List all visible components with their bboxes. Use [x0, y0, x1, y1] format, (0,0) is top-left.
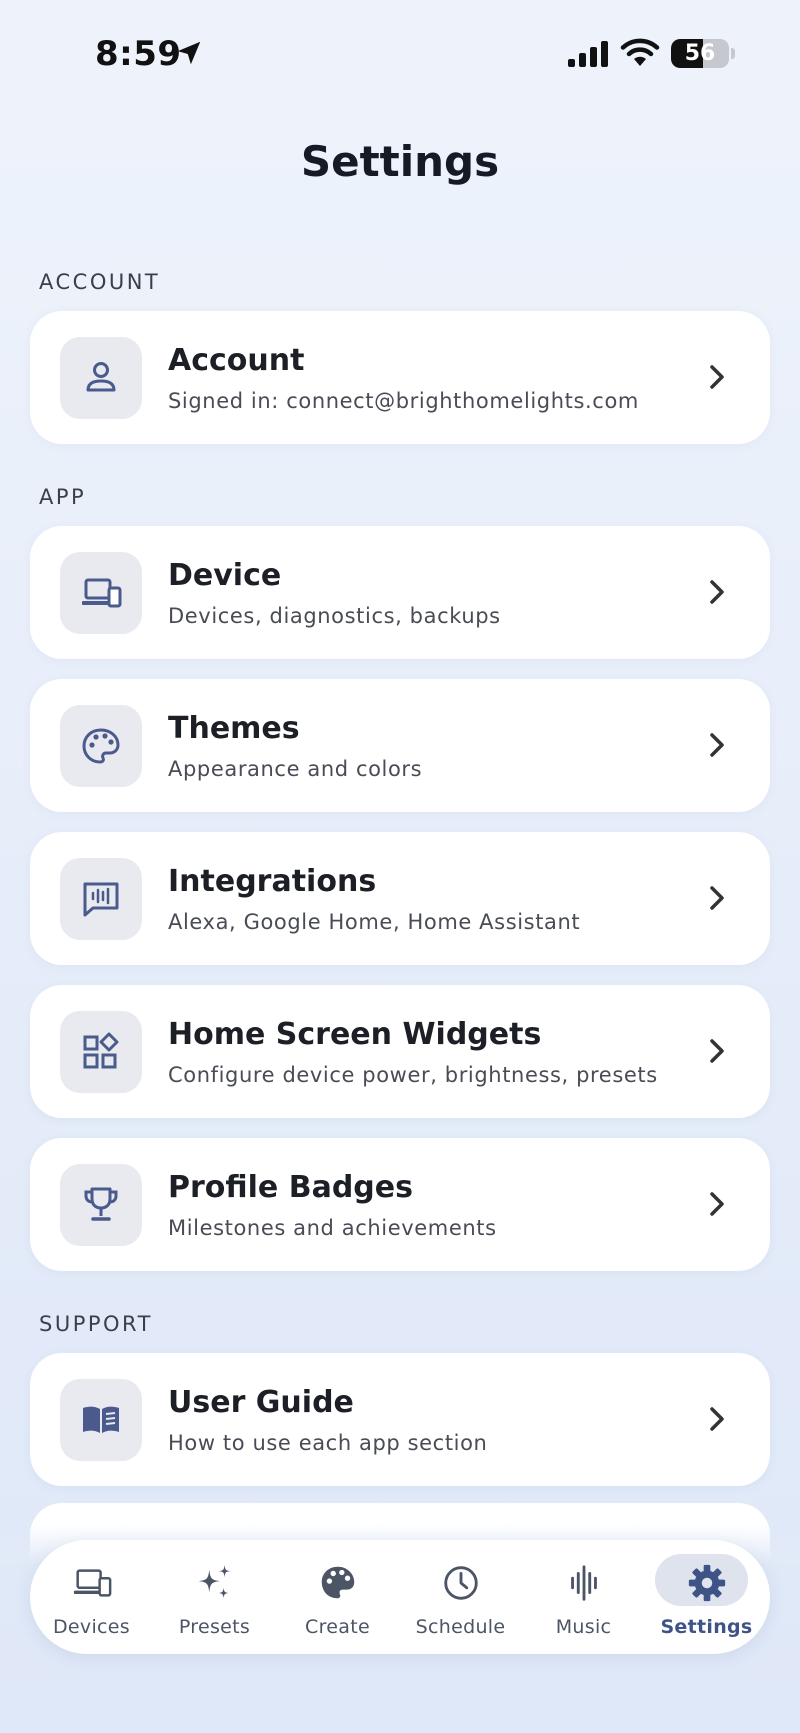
waveform-icon	[570, 1565, 597, 1601]
devices-icon	[73, 1569, 111, 1597]
chevron-right-icon	[710, 1039, 724, 1063]
voice-chat-icon	[83, 882, 119, 917]
status-bar: 8:59 56	[0, 0, 800, 100]
sparkles-icon	[198, 1564, 230, 1599]
icon-container	[60, 705, 142, 787]
battery-tip	[731, 48, 735, 59]
settings-item-account[interactable]: Account Signed in: connect@brighthomelig…	[30, 311, 770, 444]
section-label-account: ACCOUNT	[39, 270, 161, 294]
icon-container	[60, 1379, 142, 1461]
palette-icon	[82, 728, 120, 764]
tab-settings[interactable]: Settings	[645, 1540, 768, 1654]
person-icon	[86, 362, 116, 392]
tab-devices[interactable]: Devices	[30, 1540, 153, 1654]
settings-item-integrations[interactable]: Integrations Alexa, Google Home, Home As…	[30, 832, 770, 965]
devices-icon	[82, 578, 122, 608]
chevron-right-icon	[710, 886, 724, 910]
item-title: User Guide	[168, 1385, 354, 1420]
status-time: 8:59	[95, 34, 182, 74]
item-title: Device	[168, 558, 282, 593]
tab-label: Schedule	[415, 1616, 506, 1638]
trophy-icon	[84, 1187, 118, 1221]
tab-create[interactable]: Create	[276, 1540, 399, 1654]
icon-container	[60, 337, 142, 419]
item-title: Home Screen Widgets	[168, 1017, 542, 1052]
item-title: Integrations	[168, 864, 377, 899]
chevron-right-icon	[710, 1407, 724, 1431]
battery-indicator: 56	[671, 39, 729, 68]
item-title: Themes	[168, 711, 300, 746]
tab-label: Presets	[178, 1616, 251, 1638]
battery-percent: 56	[684, 41, 716, 66]
icon-container	[60, 858, 142, 940]
gear-icon	[688, 1564, 725, 1602]
icon-container	[60, 1164, 142, 1246]
item-subtitle: Alexa, Google Home, Home Assistant	[168, 910, 581, 934]
tab-label: Create	[305, 1616, 370, 1638]
item-subtitle: How to use each app section	[168, 1431, 488, 1455]
section-label-support: SUPPORT	[39, 1312, 153, 1336]
settings-item-themes[interactable]: Themes Appearance and colors	[30, 679, 770, 812]
tab-presets[interactable]: Presets	[153, 1540, 276, 1654]
widgets-icon	[83, 1032, 119, 1069]
item-subtitle: Milestones and achievements	[168, 1216, 497, 1240]
item-subtitle: Configure device power, brightness, pres…	[168, 1063, 658, 1087]
item-subtitle: Devices, diagnostics, backups	[168, 604, 501, 628]
settings-item-user-guide[interactable]: User Guide How to use each app section	[30, 1353, 770, 1486]
tab-label: Devices	[53, 1616, 130, 1638]
icon-container	[60, 552, 142, 634]
settings-item-device[interactable]: Device Devices, diagnostics, backups	[30, 526, 770, 659]
bottom-tab-bar: Devices Presets Create Schedule Music Se…	[30, 1540, 770, 1654]
item-title: Profile Badges	[168, 1170, 413, 1205]
chevron-right-icon	[710, 365, 724, 389]
wifi-icon	[620, 38, 660, 66]
page-title: Settings	[300, 137, 500, 186]
item-title: Account	[168, 343, 305, 378]
tab-schedule[interactable]: Schedule	[399, 1540, 522, 1654]
palette-icon	[321, 1566, 354, 1599]
chevron-right-icon	[710, 733, 724, 757]
section-label-app: APP	[39, 485, 87, 509]
settings-item-home-screen-widgets[interactable]: Home Screen Widgets Configure device pow…	[30, 985, 770, 1118]
chevron-right-icon	[710, 580, 724, 604]
cellular-signal-icon	[568, 41, 608, 67]
icon-container	[60, 1011, 142, 1093]
location-arrow-icon	[177, 41, 201, 65]
tab-music[interactable]: Music	[522, 1540, 645, 1654]
book-icon	[83, 1406, 119, 1433]
item-subtitle: Appearance and colors	[168, 757, 423, 781]
settings-item-profile-badges[interactable]: Profile Badges Milestones and achievemen…	[30, 1138, 770, 1271]
tab-label: Music	[555, 1616, 612, 1638]
item-subtitle: Signed in: connect@brighthomelights.com	[168, 389, 639, 413]
chevron-right-icon	[710, 1192, 724, 1216]
clock-icon	[443, 1566, 478, 1600]
tab-label: Settings	[660, 1616, 753, 1638]
